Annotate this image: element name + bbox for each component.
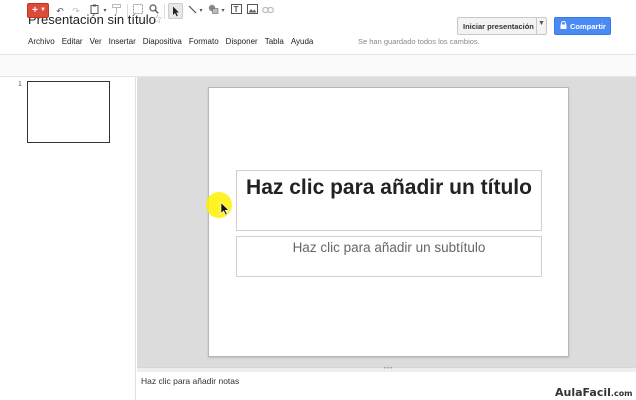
chevron-down-icon[interactable]: ▼ [538, 20, 545, 27]
zoom-icon[interactable] [147, 4, 161, 18]
line-icon[interactable] [186, 4, 198, 18]
paint-format-icon[interactable] [110, 4, 122, 18]
share-label: Compartir [570, 22, 606, 31]
divider [127, 4, 128, 19]
menu-formato[interactable]: Formato [189, 37, 219, 46]
cursor-icon [220, 201, 230, 221]
notes-placeholder[interactable]: Haz clic para añadir notas [141, 376, 239, 386]
select-icon[interactable] [168, 3, 183, 19]
save-status: Se han guardado todos los cambios. [358, 37, 480, 46]
menu-ayuda[interactable]: Ayuda [291, 37, 314, 46]
svg-text:T: T [233, 5, 238, 14]
menu-ver[interactable]: Ver [90, 37, 102, 46]
link-icon[interactable] [261, 4, 275, 18]
shape-icon[interactable] [206, 4, 220, 18]
menu-editar[interactable]: Editar [62, 37, 83, 46]
menu-tabla[interactable]: Tabla [265, 37, 284, 46]
subtitle-placeholder[interactable]: Haz clic para añadir un subtítulo [236, 236, 542, 277]
slide-thumbnail[interactable] [27, 81, 110, 143]
undo-icon[interactable]: ↶ [54, 4, 66, 18]
paste-icon[interactable] [86, 4, 102, 18]
fit-icon[interactable] [131, 4, 145, 18]
menu-archivo[interactable]: Archivo [28, 37, 55, 46]
menu-disponer[interactable]: Disponer [226, 37, 258, 46]
menu-diapositiva[interactable]: Diapositiva [143, 37, 182, 46]
start-presentation-label: Iniciar presentación [463, 22, 534, 31]
lock-icon [560, 20, 567, 31]
textbox-icon[interactable]: T [229, 4, 243, 18]
chevron-down-icon[interactable]: ▾ [102, 4, 108, 18]
watermark-text: AulaFacil [555, 386, 611, 399]
redo-icon[interactable]: ↷ [70, 4, 82, 18]
slide-number: 1 [18, 81, 22, 88]
divider [536, 18, 537, 34]
menu-insertar[interactable]: Insertar [109, 37, 136, 46]
toolbar [0, 54, 636, 77]
watermark-logo: AulaFacil.com [555, 386, 633, 399]
watermark-suffix: .com [610, 389, 633, 398]
image-icon[interactable] [245, 4, 259, 18]
start-presentation-button[interactable]: Iniciar presentación ▼ [457, 17, 547, 35]
chevron-down-icon[interactable]: ▾ [198, 4, 204, 18]
chevron-down-icon[interactable]: ▾ [220, 4, 226, 18]
title-placeholder[interactable]: Haz clic para añadir un título [236, 170, 542, 231]
new-slide-button[interactable]: + ▼ [27, 3, 49, 18]
menu-bar: Archivo Editar Ver Insertar Diapositiva … [28, 37, 320, 46]
share-button[interactable]: Compartir [554, 17, 611, 35]
chevron-down-icon[interactable]: ▼ [40, 4, 46, 17]
new-slide-icon: + [32, 5, 38, 16]
divider [164, 4, 165, 19]
